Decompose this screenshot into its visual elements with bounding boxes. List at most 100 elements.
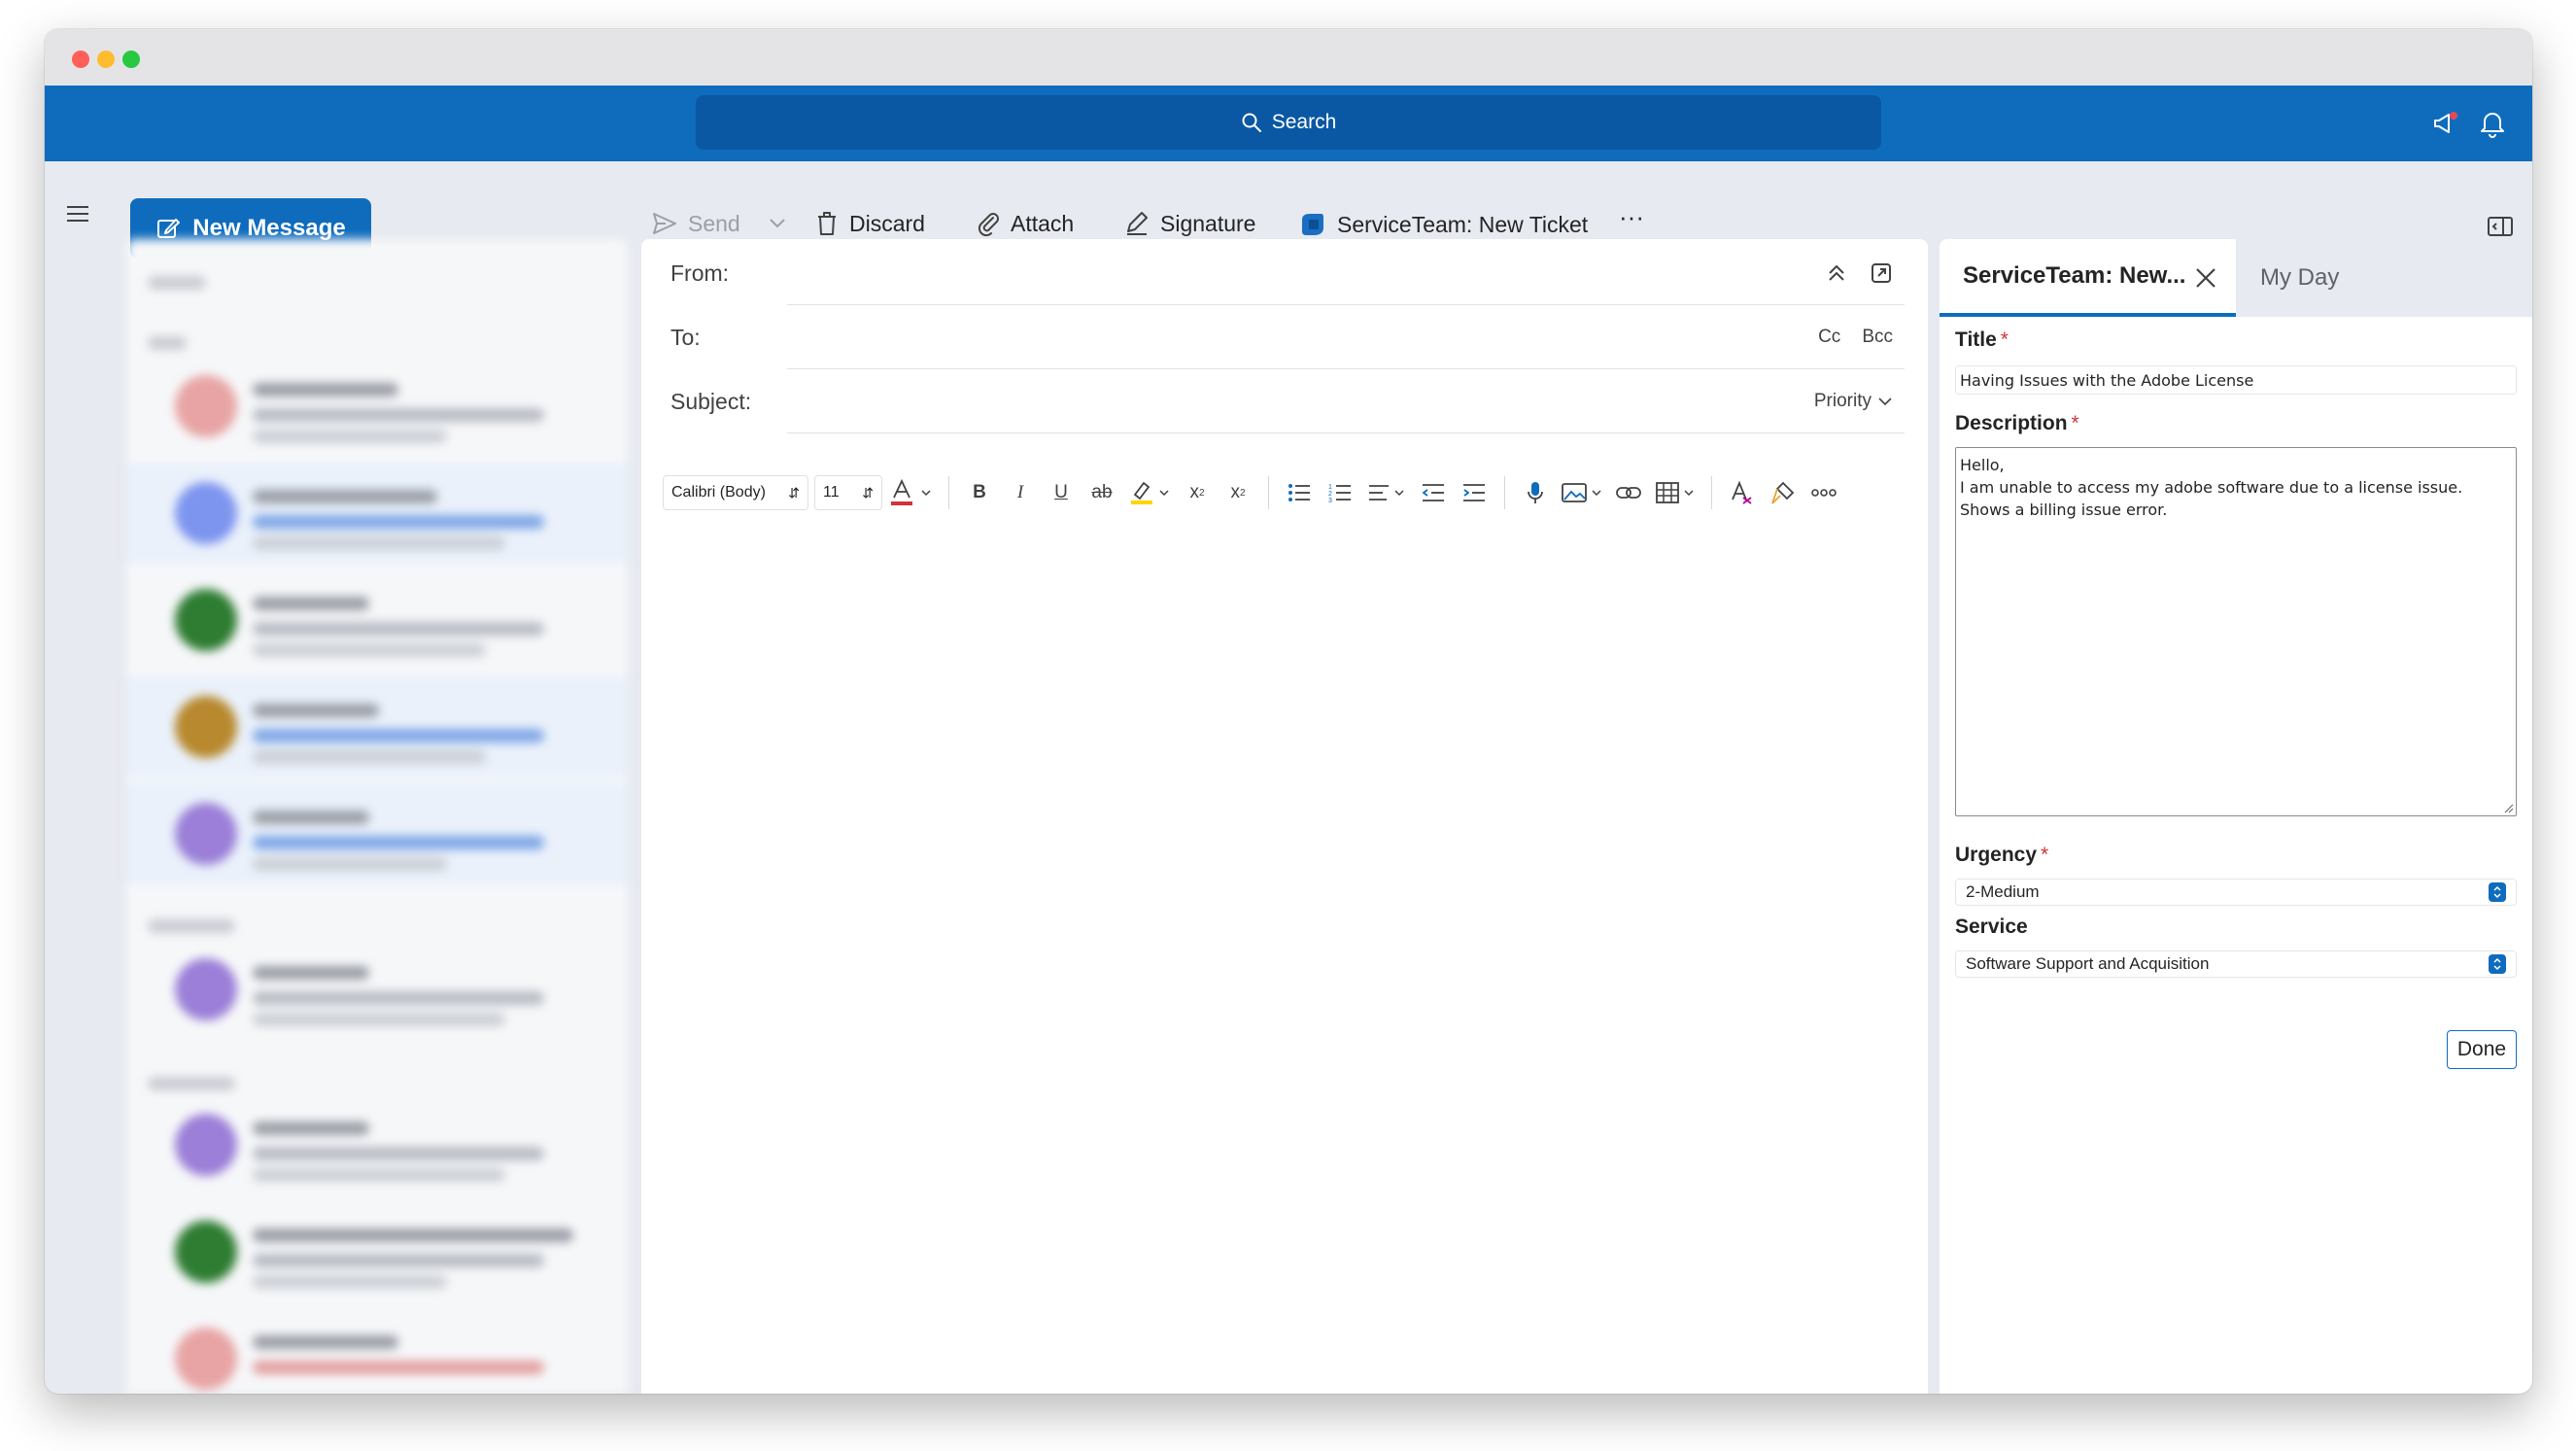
- italic-icon[interactable]: I: [1000, 473, 1041, 512]
- bell-icon[interactable]: [2476, 107, 2509, 140]
- send-icon: [653, 213, 676, 234]
- section-header: [148, 919, 235, 933]
- font-color-icon: [891, 478, 912, 505]
- select-arrows-icon: [2489, 954, 2506, 974]
- minimize-window-button[interactable]: [97, 51, 115, 68]
- chevron-down-icon: [921, 490, 931, 497]
- chevron-down-icon: [1394, 490, 1404, 497]
- numbered-list-icon[interactable]: 123: [1320, 473, 1360, 512]
- format-painter-icon[interactable]: [1763, 473, 1803, 512]
- hamburger-menu-icon[interactable]: [64, 200, 91, 227]
- stepper-icon: ⇵: [862, 484, 874, 501]
- font-color-button[interactable]: [882, 473, 939, 512]
- zoom-window-button[interactable]: [122, 51, 140, 68]
- align-button[interactable]: [1360, 473, 1413, 512]
- list-item[interactable]: [126, 676, 628, 777]
- urgency-value: 2-Medium: [1966, 882, 2040, 901]
- formatting-toolbar: Calibri (Body) ⇵ 11 ⇵ B I U ab x2 x2 1 2…: [663, 468, 1908, 517]
- subject-field[interactable]: Subject: Priority: [670, 369, 1905, 433]
- list-item[interactable]: [126, 1201, 628, 1302]
- tab-serviceteam-label: ServiceTeam: New...: [1963, 262, 2186, 289]
- chevron-down-icon: [1592, 490, 1601, 497]
- font-name-value: Calibri (Body): [671, 484, 766, 501]
- toggle-side-panel-icon[interactable]: [2486, 212, 2515, 241]
- attach-button[interactable]: Attach: [976, 210, 1074, 237]
- paperclip-icon: [978, 213, 999, 237]
- close-window-button[interactable]: [72, 51, 89, 68]
- service-label: Service: [1955, 916, 2028, 938]
- close-icon[interactable]: [2192, 264, 2219, 292]
- section-header: [148, 1077, 235, 1090]
- side-panel-tabs: ServiceTeam: New... My Day: [1940, 239, 2532, 317]
- bcc-button[interactable]: Bcc: [1862, 327, 1893, 348]
- list-item[interactable]: [126, 1308, 628, 1394]
- chevron-down-icon: [1684, 490, 1694, 497]
- list-item[interactable]: [126, 570, 628, 671]
- send-label: Send: [688, 210, 740, 236]
- ticket-form: Title * Having Issues with the Adobe Lice…: [1955, 317, 2517, 1394]
- subscript-icon[interactable]: x2: [1218, 473, 1258, 512]
- list-item[interactable]: [126, 356, 628, 457]
- message-list[interactable]: [126, 239, 628, 1394]
- description-textarea[interactable]: Hello, I am unable to access my adobe so…: [1955, 447, 2517, 816]
- font-size-value: 11: [823, 484, 840, 501]
- avatar: [175, 696, 237, 758]
- insert-table-button[interactable]: [1649, 473, 1701, 512]
- font-size-select[interactable]: 11 ⇵: [814, 475, 882, 510]
- decrease-indent-icon[interactable]: [1413, 473, 1454, 512]
- highlight-button[interactable]: [1122, 473, 1177, 512]
- font-name-select[interactable]: Calibri (Body) ⇵: [663, 475, 808, 510]
- bullet-list-icon[interactable]: [1279, 473, 1320, 512]
- highlighter-icon: [1131, 481, 1152, 504]
- title-value: Having Issues with the Adobe License: [1960, 370, 2254, 390]
- priority-button[interactable]: Priority: [1814, 391, 1872, 412]
- strikethrough-icon[interactable]: ab: [1082, 473, 1122, 512]
- more-options-button[interactable]: ···: [1619, 202, 1644, 232]
- list-header: [148, 276, 206, 290]
- superscript-icon[interactable]: x2: [1177, 473, 1218, 512]
- bold-icon[interactable]: B: [959, 473, 1000, 512]
- more-formatting-icon[interactable]: [1803, 473, 1844, 512]
- dictate-microphone-icon[interactable]: [1515, 473, 1556, 512]
- increase-indent-icon[interactable]: [1454, 473, 1494, 512]
- from-label: From:: [670, 259, 730, 286]
- pen-icon: [1127, 212, 1148, 235]
- signature-button[interactable]: Signature: [1123, 210, 1255, 237]
- from-field[interactable]: From:: [670, 241, 1905, 305]
- insert-picture-button[interactable]: [1556, 473, 1608, 512]
- done-button[interactable]: Done: [2447, 1030, 2517, 1069]
- tab-my-day[interactable]: My Day: [2260, 239, 2339, 317]
- cc-button[interactable]: Cc: [1818, 327, 1840, 348]
- discard-button[interactable]: Discard: [814, 210, 925, 237]
- trash-icon: [818, 212, 836, 235]
- service-select[interactable]: Software Support and Acquisition: [1955, 950, 2517, 978]
- list-item[interactable]: [126, 1094, 628, 1195]
- underline-icon[interactable]: U: [1041, 473, 1082, 512]
- collapse-up-icon[interactable]: [1825, 261, 1848, 285]
- select-arrows-icon: [2489, 882, 2506, 902]
- list-item[interactable]: [126, 939, 628, 1040]
- svg-text:2: 2: [1328, 491, 1332, 498]
- search-icon: [1242, 113, 1261, 132]
- clear-formatting-icon[interactable]: [1722, 473, 1763, 512]
- subject-label: Subject:: [670, 388, 752, 414]
- resize-grip-icon[interactable]: [2502, 802, 2514, 813]
- chevron-down-icon[interactable]: [768, 217, 787, 230]
- section-header: [148, 336, 187, 350]
- urgency-select[interactable]: 2-Medium: [1955, 879, 2517, 906]
- title-input[interactable]: Having Issues with the Adobe License: [1955, 365, 2517, 395]
- search-box[interactable]: Search: [696, 95, 1881, 150]
- to-field[interactable]: To: Cc Bcc: [670, 305, 1905, 369]
- list-item[interactable]: [126, 783, 628, 884]
- link-icon[interactable]: [1608, 473, 1649, 512]
- description-line: I am unable to access my adobe software …: [1960, 478, 2463, 519]
- announcement-icon[interactable]: [2429, 107, 2462, 140]
- list-item[interactable]: [126, 463, 628, 564]
- send-button[interactable]: Send: [651, 210, 787, 237]
- to-label: To:: [670, 324, 701, 350]
- top-bar: Search: [45, 86, 2532, 161]
- serviceteam-button[interactable]: ServiceTeam: New Ticket: [1298, 210, 1588, 239]
- stepper-icon: ⇵: [788, 484, 800, 501]
- message-body[interactable]: [665, 531, 1905, 1374]
- pop-out-icon[interactable]: [1870, 261, 1893, 285]
